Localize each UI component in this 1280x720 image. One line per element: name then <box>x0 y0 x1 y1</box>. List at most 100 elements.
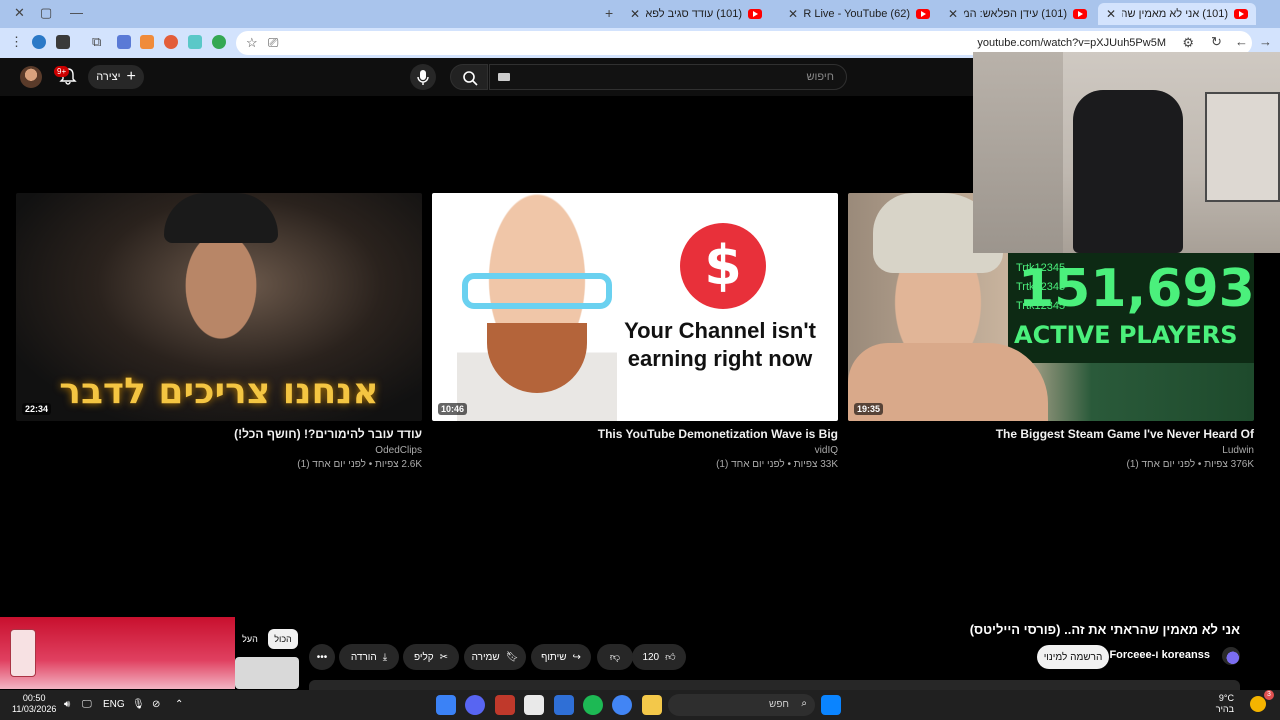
search-input[interactable]: חיפוש <box>489 64 847 90</box>
video-title[interactable]: The Biggest Steam Game I've Never Heard … <box>848 427 1254 441</box>
browser-tab[interactable]: (101) עידן הפלאש: המשחקים ש ✕ <box>940 3 1095 25</box>
recommended-thumbnail[interactable] <box>235 657 299 689</box>
channel-name[interactable]: Forceee-ו koreanss <box>1109 649 1210 661</box>
chip-uploaded[interactable]: העל <box>236 629 264 649</box>
tab-title: (101) אני לא מאמין שהראתי את <box>1122 8 1228 20</box>
channel-avatar[interactable] <box>1222 647 1240 665</box>
volume-icon[interactable]: 🔊︎ <box>64 699 70 710</box>
webcam-shelf <box>1205 92 1280 202</box>
close-tab-icon[interactable]: ✕ <box>948 7 958 21</box>
video-card[interactable]: $ Your Channel isn't earning right now 1… <box>432 193 838 470</box>
bookmark-star-icon[interactable]: ☆ <box>246 36 258 50</box>
extensions-puzzle-icon[interactable]: ⧉ <box>92 35 101 49</box>
search-button[interactable] <box>450 64 488 90</box>
screen: ✕ ▢ — + (101) עודד סגיב לפארקים עם ה ✕ (… <box>0 0 1280 720</box>
watch-video-title: אני לא מאמין שהראתי את זה.. (פורסי היילי… <box>969 622 1240 637</box>
browser-tab[interactable]: (62) OdedSVR Live - YouTube ✕ <box>780 3 938 25</box>
video-title[interactable]: עודד עובר להימורים?! (חושף הכל!) <box>16 427 422 441</box>
voice-search-button[interactable] <box>410 64 436 90</box>
more-dots-icon: ••• <box>316 651 328 663</box>
apps-grid-icon[interactable] <box>554 695 574 715</box>
video-card[interactable]: אנחנו צריכים לדבר 22:34 עודד עובר להימור… <box>16 193 422 470</box>
subscribe-button[interactable]: הרשמה למינוי <box>1037 645 1109 669</box>
telegram-app-icon[interactable] <box>436 695 456 715</box>
site-settings-icon[interactable]: ⚙ <box>1182 36 1194 50</box>
close-tab-icon[interactable]: ✕ <box>1106 7 1116 21</box>
maximize-window-icon[interactable]: ▢ <box>40 5 52 21</box>
weather-widget[interactable]: 9°C בהיר <box>1216 693 1234 715</box>
extension-icon[interactable] <box>212 35 226 49</box>
photo-app-icon[interactable] <box>524 695 544 715</box>
youtube-icon <box>748 9 762 19</box>
thumbnail-beanie <box>164 193 278 243</box>
discord-app-icon[interactable] <box>465 695 485 715</box>
profile-icon[interactable] <box>32 35 46 49</box>
tab-title: (101) עודד סגיב לפארקים עם ה <box>646 8 742 20</box>
video-thumbnail[interactable]: אנחנו צריכים לדבר 22:34 <box>16 193 422 421</box>
download-button[interactable]: ⤓ הורדה <box>339 644 399 670</box>
close-window-icon[interactable]: ✕ <box>14 5 25 21</box>
ad-banner[interactable] <box>0 617 235 689</box>
video-channel[interactable]: OdedClips <box>16 445 422 456</box>
video-duration: 19:35 <box>854 403 884 415</box>
app-icon[interactable] <box>495 695 515 715</box>
spotify-app-icon[interactable] <box>583 695 603 715</box>
video-title[interactable]: This YouTube Demonetization Wave is Big <box>432 427 838 441</box>
language-indicator[interactable]: ENG <box>103 699 125 710</box>
close-tab-icon[interactable]: ✕ <box>788 7 798 21</box>
forward-icon[interactable]: ← <box>1235 35 1248 49</box>
description-panel[interactable] <box>309 680 1240 690</box>
like-button[interactable]: 👍︎ 120 <box>632 644 686 670</box>
like-count: 120 <box>642 651 660 663</box>
taskbar-search[interactable]: חפש ⌕ <box>668 694 815 716</box>
sun-icon <box>1250 696 1266 712</box>
thumbnail-glasses <box>462 273 612 309</box>
video-channel[interactable]: Ludwin <box>848 445 1254 456</box>
video-channel[interactable]: vidIQ <box>432 445 838 456</box>
share-label: שיתוף <box>541 651 567 663</box>
dislike-button[interactable]: 👎︎ <box>597 644 633 670</box>
menu-dots-icon[interactable]: ⋮ <box>10 35 23 49</box>
video-thumbnail[interactable]: $ Your Channel isn't earning right now 1… <box>432 193 838 421</box>
browser-tab-active[interactable]: (101) אני לא מאמין שהראתי את ✕ <box>1098 3 1256 25</box>
chip-all[interactable]: הכול <box>268 629 298 649</box>
close-tab-icon[interactable]: ✕ <box>630 7 640 21</box>
webcam-gaming-chair <box>1073 90 1183 253</box>
extension-icon[interactable] <box>164 35 178 49</box>
windows-start-icon[interactable] <box>821 695 841 715</box>
thumbnail-text: אנחנו צריכים לדבר <box>59 371 379 412</box>
browser-tab[interactable]: (101) עודד סגיב לפארקים עם ה ✕ <box>622 3 770 25</box>
extension-icon[interactable] <box>188 35 202 49</box>
minimize-window-icon[interactable]: — <box>70 5 83 20</box>
back-icon[interactable]: → <box>1259 35 1272 49</box>
reload-icon[interactable]: ↻ <box>1211 35 1222 49</box>
file-explorer-icon[interactable] <box>642 695 662 715</box>
keyboard-icon[interactable] <box>498 73 510 81</box>
network-icon[interactable]: 🖵︎ <box>82 699 92 710</box>
share-button[interactable]: ↪ שיתוף <box>531 644 591 670</box>
thumbnail-text: Your Channel isn't earning right now <box>624 318 816 371</box>
tab-title: (62) OdedSVR Live - YouTube <box>804 8 910 20</box>
muted-tray-icon[interactable]: ⊘ <box>152 699 160 710</box>
chrome-app-icon[interactable] <box>612 695 632 715</box>
show-hidden-icons-chevron-icon[interactable]: ⌃ <box>175 699 183 710</box>
video-meta: 376K צפיות • לפני יום אחד (1) <box>1126 459 1255 470</box>
more-actions-button[interactable]: ••• <box>309 644 335 670</box>
new-tab-button[interactable]: + <box>605 5 613 21</box>
extension-icon[interactable] <box>56 35 70 49</box>
create-button[interactable]: יצירה + <box>88 65 144 89</box>
plus-icon: + <box>126 68 136 85</box>
taskbar-clock[interactable]: 00:50 11/03/2026 <box>12 693 56 715</box>
create-label: יצירה <box>96 71 121 83</box>
microphone-tray-icon[interactable]: 🎙︎ <box>132 699 145 710</box>
chat-line: Trtk12345 <box>1016 300 1066 312</box>
extension-icon[interactable] <box>117 35 131 49</box>
extension-icon[interactable] <box>140 35 154 49</box>
save-button[interactable]: 🔖︎ שמירה <box>464 644 526 670</box>
video-duration: 22:34 <box>22 403 52 415</box>
cast-icon[interactable]: ⎚ <box>268 36 278 50</box>
clip-button[interactable]: ✂ קליפ <box>403 644 459 670</box>
notification-badge: 9+ <box>54 66 70 77</box>
video-meta: 33K צפיות • לפני יום אחד (1) <box>716 459 838 470</box>
avatar[interactable] <box>20 66 42 88</box>
